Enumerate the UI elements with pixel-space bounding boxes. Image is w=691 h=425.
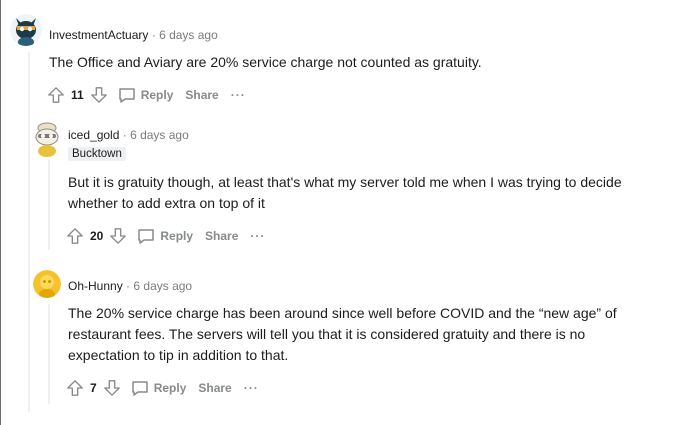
comment-meta: InvestmentActuary · 6 days ago [49,28,218,42]
timestamp[interactable]: 6 days ago [130,128,189,142]
vote-score: 20 [90,229,104,243]
share-button[interactable]: Share [198,381,231,395]
thread-line[interactable] [48,304,50,404]
avatar[interactable] [33,270,61,298]
comment-actions: 7 Reply Share ··· [63,376,259,400]
comment-body: But it is gratuity though, at least that… [68,172,622,214]
comment-body: The Office and Aviary are 20% service ch… [49,52,482,73]
downvote-icon[interactable] [87,83,111,107]
user-flair: Bucktown [68,147,126,161]
comment-meta: iced_gold · 6 days ago [68,128,189,142]
yellow-default-avatar-icon [33,270,61,298]
share-label: Share [198,381,232,395]
vote-score: 11 [71,88,84,102]
timestamp[interactable]: 6 days ago [159,28,218,42]
comment-text-line: expectation to tip in addition to that. [68,347,289,363]
author-name[interactable]: iced_gold [68,128,119,142]
separator: · [151,28,156,42]
avatar[interactable] [32,122,62,158]
reply-label: Reply [153,381,187,395]
author-name[interactable]: InvestmentActuary [49,28,148,42]
more-options-button[interactable]: ··· [244,381,259,395]
author-name[interactable]: Oh-Hunny [68,279,123,293]
reply-button[interactable]: Reply [117,85,174,105]
avatar[interactable] [10,14,42,46]
left-border [0,0,1,425]
downvote-icon[interactable] [100,376,124,400]
upvote-icon[interactable] [63,376,87,400]
vote-score: 7 [90,381,97,395]
comment-text-line: The Office and Aviary are 20% service ch… [49,54,482,70]
comment-meta: Oh-Hunny · 6 days ago [68,279,192,293]
more-options-button[interactable]: ··· [250,229,265,243]
comment-actions: 11 Reply Share ··· [44,83,246,107]
thread-line[interactable] [28,52,30,412]
comment-bubble-icon [131,381,148,396]
comment-text-line: whether to add extra on top of it [68,195,265,211]
downvote-icon[interactable] [106,224,130,248]
snoo-avatar-with-hat-icon [35,122,59,157]
upvote-icon[interactable] [44,83,68,107]
separator: · [122,128,127,142]
reply-button[interactable]: Reply [136,226,193,246]
thread-line[interactable] [48,160,50,250]
timestamp[interactable]: 6 days ago [133,279,192,293]
comment-bubble-icon [138,229,155,244]
comment-actions: 20 Reply Share ··· [63,224,265,248]
reply-button[interactable]: Reply [130,378,187,398]
share-button[interactable]: Share [205,229,238,243]
share-button[interactable]: Share [185,88,218,102]
more-options-button[interactable]: ··· [231,88,246,102]
share-label: Share [205,229,239,243]
dark-cat-avatar-icon [10,14,42,46]
reply-label: Reply [140,88,174,102]
comment-text-line: But it is gratuity though, at least that… [68,174,622,190]
separator: · [126,279,131,293]
reply-label: Reply [160,229,194,243]
comment-text-line: restaurant fees. The servers will tell y… [68,326,586,342]
share-label: Share [185,88,219,102]
upvote-icon[interactable] [63,224,87,248]
comment-text-line: The 20% service charge has been around s… [68,305,617,321]
comment-bubble-icon [118,88,135,103]
comment-body: The 20% service charge has been around s… [68,303,617,366]
